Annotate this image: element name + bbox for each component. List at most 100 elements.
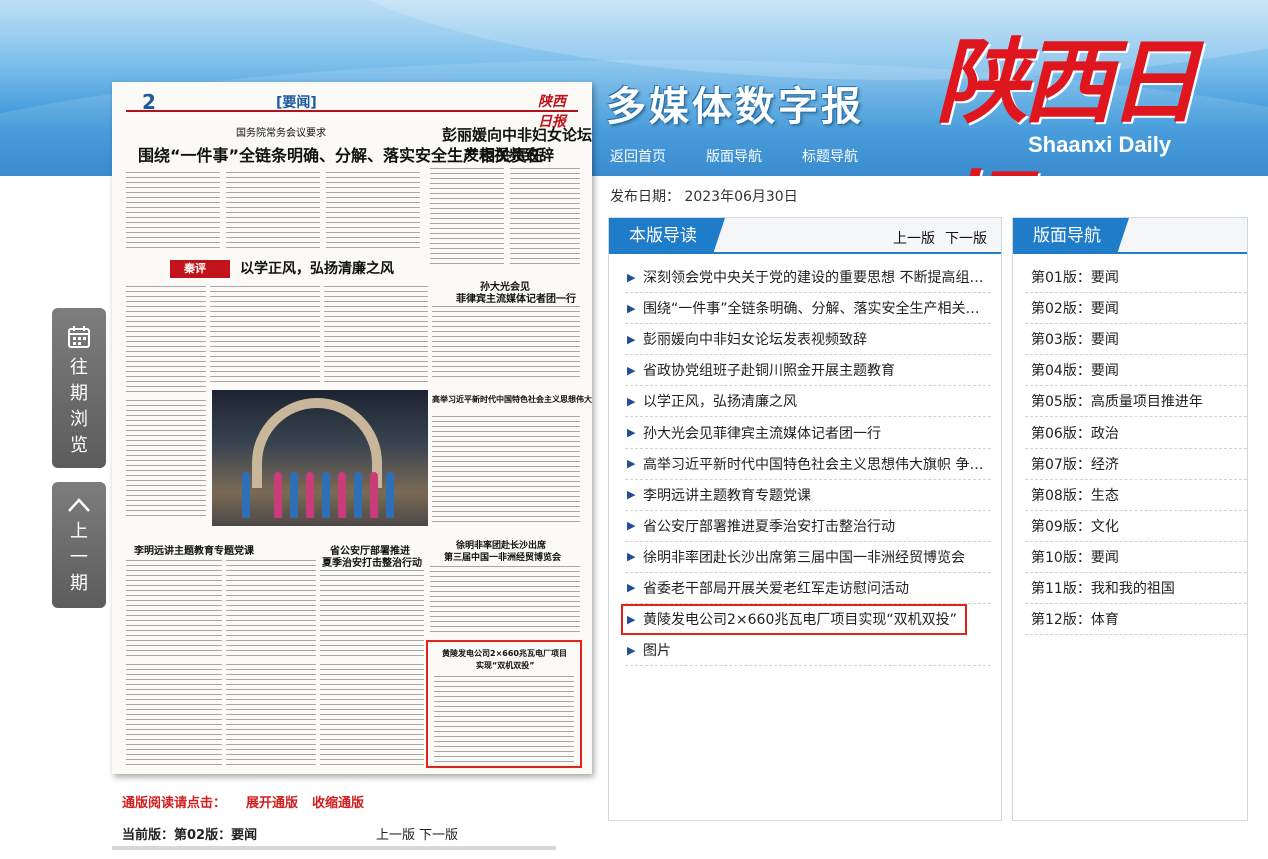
edition-list-item[interactable]: 第12版：体育 (1025, 604, 1247, 636)
nav-title-link[interactable]: 标题导航 (802, 146, 858, 166)
pp-h5[interactable]: 李明远讲主题教育专题党课 (134, 542, 254, 557)
article-title: 省公安厅部署推进夏季治安打击整治行动 (643, 518, 895, 535)
article-list-item[interactable]: ▶ 省政协党组班子赴铜川照金开展主题教育 (625, 355, 991, 387)
edition-title: 第01版：要闻 (1031, 270, 1119, 287)
photo-figure (322, 472, 330, 518)
triangle-right-icon: ▶ (627, 519, 636, 533)
article-title: 省委老干部局开展关爱老红军走访慰问活动 (643, 580, 909, 597)
text-column (210, 286, 320, 382)
article-list-item[interactable]: ▶ 徐明非率团赴长沙出席第三届中国一非洲经贸博览会 (625, 542, 991, 573)
page-pager-top: 上一版 下一版 (893, 228, 987, 248)
pp-comment[interactable]: 以学正风，弘扬清廉之风 (240, 258, 394, 278)
text-column (430, 168, 504, 268)
text-column (326, 172, 420, 250)
triangle-right-icon: ▶ (627, 394, 636, 408)
pp-h8: 黄陵发电公司2×660兆瓦电厂项目 (442, 649, 567, 658)
text-column (126, 286, 206, 396)
pp-h2b[interactable]: 发表视频致辞 (464, 144, 554, 165)
edition-title: 第02版：要闻 (1031, 301, 1119, 318)
edition-list-item[interactable]: 第09版：文化 (1025, 511, 1247, 542)
photo-figure (354, 472, 362, 518)
article-title: 徐明非率团赴长沙出席第三届中国一非洲经贸博览会 (643, 549, 965, 566)
prev-page-link[interactable]: 上一版 (893, 228, 935, 248)
edition-title: 第05版：高质量项目推进年 (1031, 394, 1203, 411)
highlighted-article-box[interactable]: 黄陵发电公司2×660兆瓦电厂项目 实现“双机双投” (426, 640, 582, 768)
page-pager-bottom: 上一版 下一版 (376, 824, 458, 843)
page-masthead: 2 [要闻] 陕西日报 (126, 88, 578, 130)
text-column (226, 664, 316, 768)
article-list-item[interactable]: ▶ 彭丽媛向中非妇女论坛发表视频致辞 (625, 324, 991, 356)
prev-issue-label: 上一期 (70, 521, 88, 594)
edition-list-item[interactable]: 第10版：要闻 (1025, 542, 1247, 573)
current-page-label: 当前版：第02版：要闻 (122, 828, 258, 843)
article-list-item[interactable]: ▶ 图片 (625, 635, 991, 667)
article-list-item[interactable]: ▶ 围绕“一件事”全链条明确、分解、落实安全生产相关责任 (625, 293, 991, 325)
publish-date: 发布日期： 2023年06月30日 (610, 186, 798, 206)
edition-list-item[interactable]: 第05版：高质量项目推进年 (1025, 386, 1247, 418)
prev-page-link-bottom[interactable]: 上一版 (376, 824, 415, 843)
text-column (320, 570, 424, 656)
article-list-item[interactable]: ▶ 孙大光会见菲律宾主流媒体记者团一行 (625, 417, 991, 449)
next-page-link[interactable]: 下一版 (945, 228, 987, 248)
photo-arch (252, 398, 382, 488)
triangle-right-icon: ▶ (627, 643, 636, 657)
archive-button[interactable]: 往期浏览 (52, 308, 106, 468)
text-column (226, 172, 320, 250)
divider (112, 846, 556, 850)
newspaper-page[interactable]: 2 [要闻] 陕西日报 国务院常务会议要求 围绕“一件事”全链条明确、分解、落实… (112, 82, 592, 774)
article-list-item[interactable]: ▶ 省委老干部局开展关爱老红军走访慰问活动 (625, 573, 991, 605)
shaanxi-daily-logo[interactable]: 陕西日报 Shaanxi Daily (936, 8, 1256, 176)
collapse-panorama-link[interactable]: 收缩通版 (312, 792, 364, 811)
edition-list-item[interactable]: 第08版：生态 (1025, 480, 1247, 511)
photo-figure (306, 472, 314, 518)
edition-list-item[interactable]: 第02版：要闻 (1025, 293, 1247, 325)
article-title: 以学正风，弘扬清廉之风 (643, 394, 797, 411)
edition-list-item[interactable]: 第06版：政治 (1025, 417, 1247, 449)
triangle-right-icon: ▶ (627, 457, 636, 471)
article-list-item[interactable]: ▶ 以学正风，弘扬清廉之风 (625, 386, 991, 418)
publish-date-label: 发布日期： (610, 189, 680, 205)
article-list-item[interactable]: ▶ 深刻领会党中央关于党的建设的重要思想 不断提高组织建设质量 (625, 262, 991, 294)
edition-list-item[interactable]: 第03版：要闻 (1025, 324, 1247, 356)
text-column (226, 560, 316, 656)
nav-home-link[interactable]: 返回首页 (610, 146, 666, 166)
text-column (510, 168, 580, 268)
text-column (434, 676, 574, 762)
article-title: 图片 (643, 643, 671, 660)
pp-h6b[interactable]: 夏季治安打击整治行动 (322, 554, 422, 569)
edition-list-item[interactable]: 第01版：要闻 (1025, 262, 1247, 294)
text-column (432, 416, 580, 526)
photo-figure (274, 472, 282, 518)
edition-title: 第08版：生态 (1031, 487, 1119, 504)
text-column (126, 560, 222, 656)
pp-h3b[interactable]: 菲律宾主流媒体记者团一行 (456, 290, 576, 305)
triangle-right-icon: ▶ (627, 550, 636, 564)
article-list-item[interactable]: ▶ 高举习近平新时代中国特色社会主义思想伟大旗帜 争做新时代好青年 (625, 449, 991, 480)
page-photo[interactable] (212, 390, 428, 526)
pp-h2[interactable]: 彭丽媛向中非妇女论坛 (442, 124, 592, 145)
edition-list-item[interactable]: 第04版：要闻 (1025, 355, 1247, 387)
next-page-link-bottom[interactable]: 下一版 (419, 824, 458, 843)
prev-issue-button[interactable]: 上一期 (52, 482, 106, 608)
edition-list-item[interactable]: 第07版：经济 (1025, 449, 1247, 480)
site-slogan: 多媒体数字报 (606, 84, 864, 130)
pp-h4[interactable]: 高举习近平新时代中国特色社会主义思想伟大旗帜 (432, 394, 592, 405)
triangle-right-icon: ▶ (627, 488, 636, 502)
article-title: 省政协党组班子赴铜川照金开展主题教育 (643, 363, 895, 380)
article-title: 孙大光会见菲律宾主流媒体记者团一行 (643, 425, 881, 442)
edition-list-item[interactable]: 第11版：我和我的祖国 (1025, 573, 1247, 605)
article-list-item[interactable]: ▶ 李明远讲主题教育专题党课 (625, 480, 991, 511)
article-list-item[interactable]: ▶ 黄陵发电公司2×660兆瓦电厂项目实现“双机双投” (621, 604, 967, 636)
comment-seal: 秦评 (170, 260, 230, 278)
nav-edition-link[interactable]: 版面导航 (706, 146, 762, 166)
article-title: 深刻领会党中央关于党的建设的重要思想 不断提高组织建设质量 (643, 270, 991, 287)
article-title: 高举习近平新时代中国特色社会主义思想伟大旗帜 争做新时代好青年 (643, 456, 991, 473)
edition-title: 第06版：政治 (1031, 425, 1119, 442)
expand-panorama-link[interactable]: 展开通版 (246, 792, 298, 811)
edition-title: 第10版：要闻 (1031, 549, 1119, 566)
pp-h8b: 实现“双机双投” (476, 661, 535, 670)
pp-h7b[interactable]: 第三届中国一非洲经贸博览会 (444, 550, 561, 563)
edition-list: 第01版：要闻 第02版：要闻第03版：要闻 第04版：要闻第05版：高质量项目推进… (1025, 262, 1247, 636)
articles-panel-header: 本版导读 上一版 下一版 (609, 218, 1001, 254)
article-list-item[interactable]: ▶ 省公安厅部署推进夏季治安打击整治行动 (625, 511, 991, 542)
